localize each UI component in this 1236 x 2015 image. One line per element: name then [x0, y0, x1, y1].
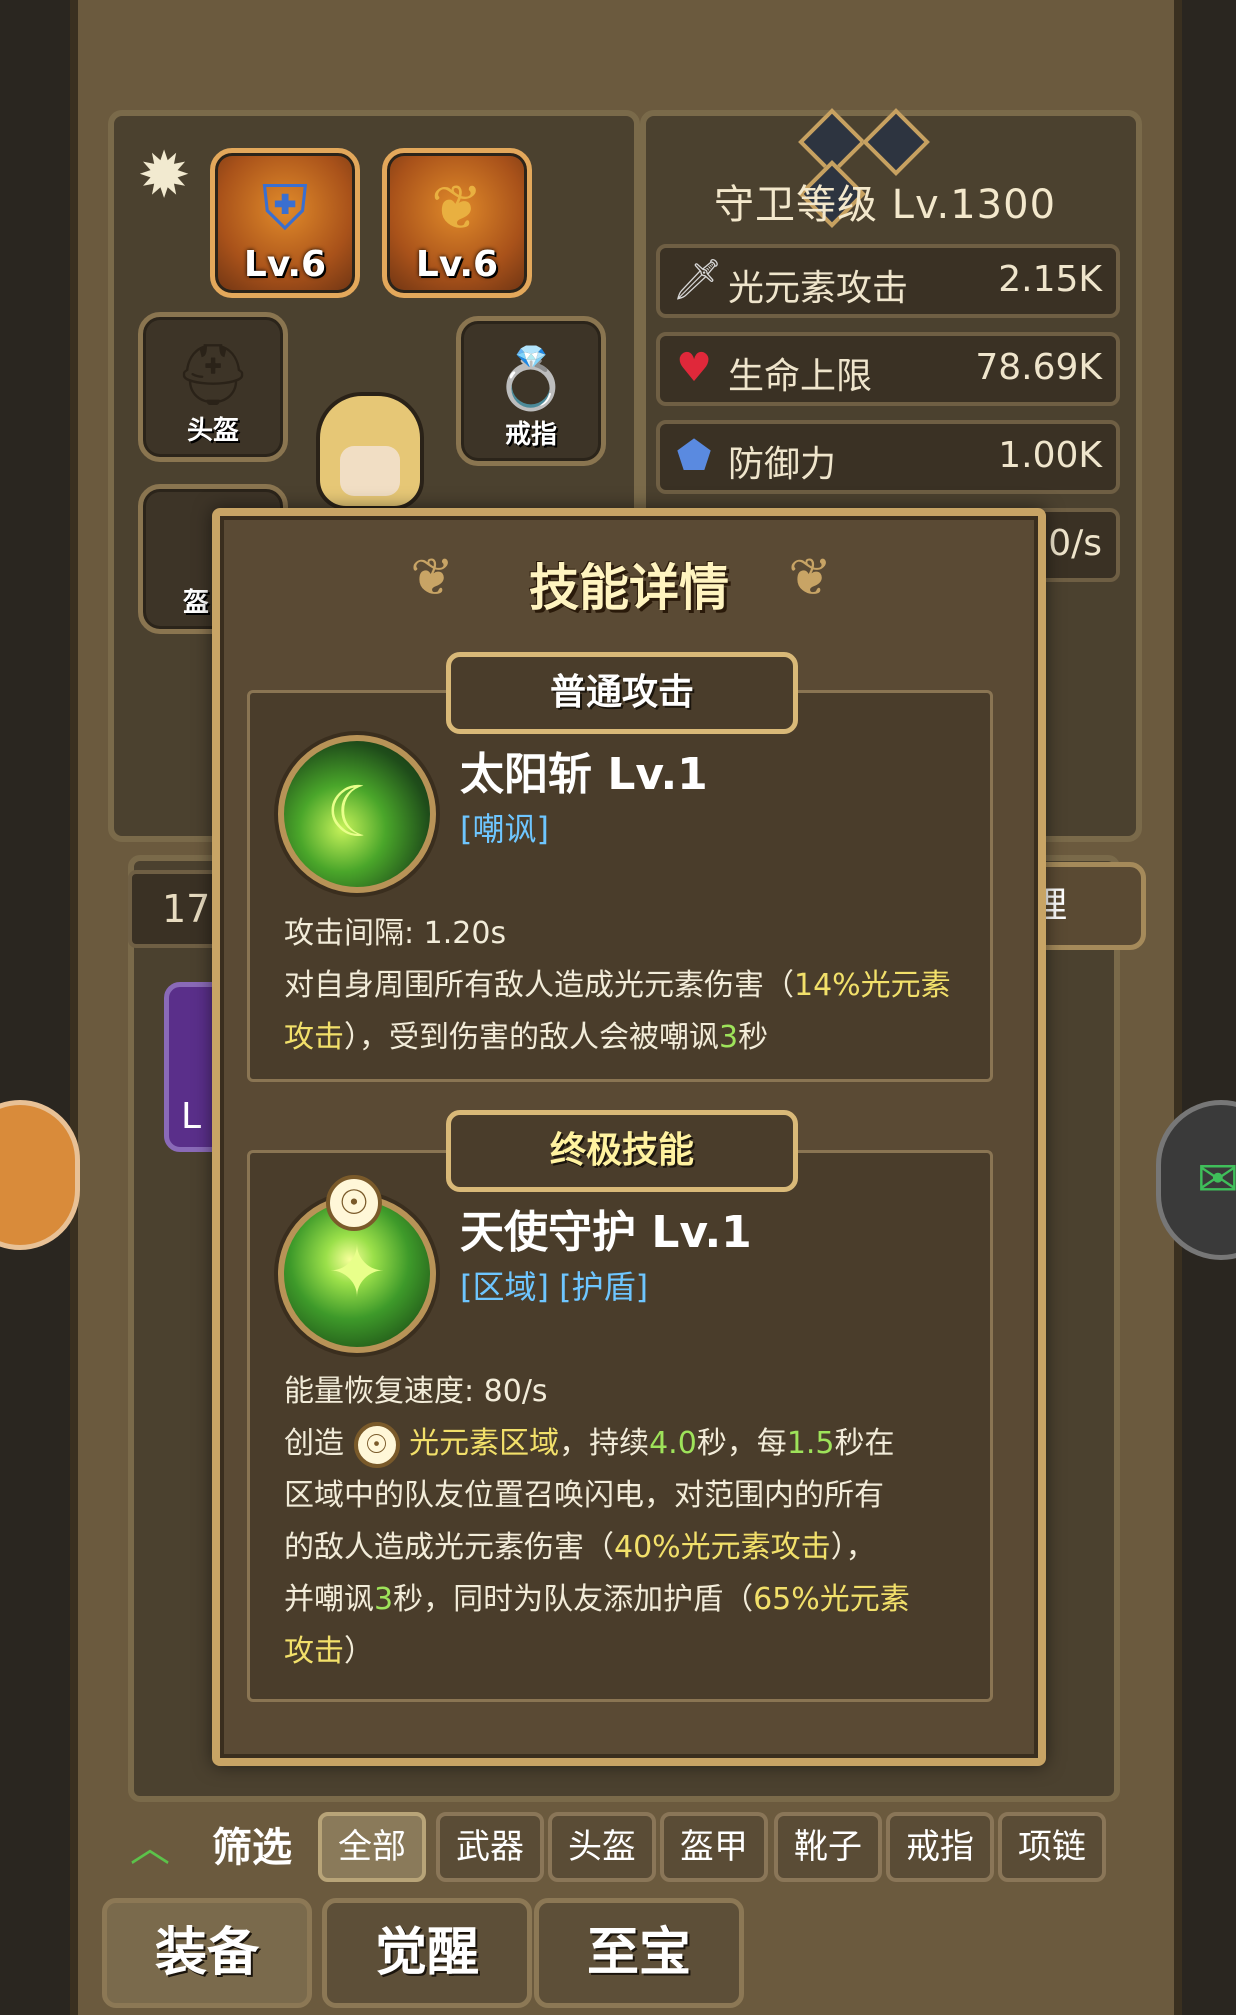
side-event-button[interactable]: [0, 1100, 80, 1250]
stat-name: 生命上限: [728, 356, 873, 397]
normal-attack-interval: 攻击间隔: 1.20s: [284, 916, 507, 951]
filter-all[interactable]: 全部: [318, 1812, 426, 1882]
armor-slot-label: 盔: [183, 588, 210, 618]
ultimate-skill-tags: [区域] [护盾]: [460, 1268, 649, 1306]
necklace-icon: ❦: [431, 171, 483, 244]
slot-level: Lv.6: [415, 244, 499, 285]
filter-necklace[interactable]: 项链: [998, 1812, 1106, 1882]
sun-slash-skill-icon: ☾: [278, 735, 436, 893]
shield-icon: ⬟: [676, 433, 712, 479]
filter-label: 筛选: [212, 1825, 292, 1871]
tab-treasure[interactable]: 至宝: [534, 1898, 744, 2008]
stat-value: 1.00K: [998, 435, 1102, 476]
stat-max-hp: ♥ 生命上限 78.69K: [656, 332, 1120, 406]
filter-boots[interactable]: 靴子: [774, 1812, 882, 1882]
stat-value: 2.15K: [998, 259, 1102, 300]
heart-icon: ♥: [676, 345, 712, 391]
ultimate-skill-header: 终极技能: [446, 1110, 798, 1192]
filter-weapon[interactable]: 武器: [436, 1812, 544, 1882]
ring-slot[interactable]: 💍 戒指: [456, 316, 606, 466]
ultimate-skill-name: 天使守护 Lv.1: [460, 1207, 752, 1258]
equipped-weapon-slot[interactable]: ⛨ Lv.6: [210, 148, 360, 298]
equipped-necklace-slot[interactable]: ❦ Lv.6: [382, 148, 532, 298]
stat-defense: ⬟ 防御力 1.00K: [656, 420, 1120, 494]
filter-ring[interactable]: 戒指: [886, 1812, 994, 1882]
modal-title: 技能详情: [529, 559, 729, 617]
filter-armor[interactable]: 盔甲: [660, 1812, 768, 1882]
chat-icon: ✉: [1197, 1150, 1236, 1208]
normal-attack-header: 普通攻击: [446, 652, 798, 734]
stat-light-attack: 🗡 光元素攻击 2.15K: [656, 244, 1120, 318]
light-zone-icon: ☉: [353, 1421, 400, 1468]
stat-value: 78.69K: [975, 347, 1102, 388]
normal-skill-name: 太阳斩 Lv.1: [460, 749, 708, 800]
chevron-up-icon[interactable]: ︿: [130, 1815, 170, 1873]
sword-icon: 🗡: [672, 257, 723, 303]
helmet-slot-label: 头盔: [186, 416, 239, 446]
guard-level-title: 守卫等级 Lv.1300: [713, 182, 1057, 228]
tab-equipment[interactable]: 装备: [102, 1898, 312, 2008]
shield-wing-icon: ⛨: [261, 171, 309, 244]
light-element-emblem-icon: ☉: [326, 1175, 382, 1231]
item-level: L: [181, 1096, 202, 1137]
light-burst-icon: ✦: [327, 1231, 387, 1313]
stat-name: 防御力: [728, 444, 837, 485]
hero-avatar: [316, 392, 424, 510]
ring-slot-label: 戒指: [504, 420, 557, 450]
ultimate-skill-description: 创造 ☉ 光元素区域，持续4.0秒，每1.5秒在 区域中的队友位置召唤闪电，对范…: [284, 1418, 974, 1678]
energy-recovery-speed: 能量恢复速度: 80/s: [284, 1374, 548, 1409]
filter-helmet[interactable]: 头盔: [548, 1812, 656, 1882]
crescent-icon: ☾: [325, 771, 389, 853]
normal-skill-tags: [嘲讽]: [460, 810, 549, 848]
settings-gear-icon[interactable]: ✹: [128, 140, 200, 212]
tab-awakening[interactable]: 觉醒: [322, 1898, 532, 2008]
helmet-slot[interactable]: ⛑ 头盔: [138, 312, 288, 462]
star-gems: [798, 108, 980, 228]
helmet-icon: ⛑: [174, 340, 252, 410]
ring-icon: 💍: [493, 344, 569, 414]
slot-level: Lv.6: [243, 244, 327, 285]
normal-skill-description: 对自身周围所有敌人造成光元素伤害（14%光元素攻击），受到伤害的敌人会被嘲讽3秒: [284, 968, 951, 1055]
stat-name: 光元素攻击: [728, 268, 909, 309]
